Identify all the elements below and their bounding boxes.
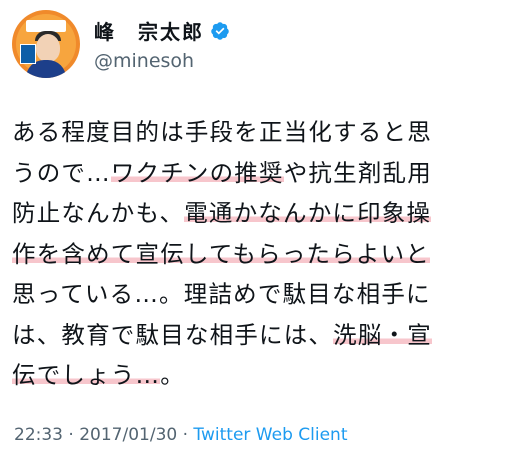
tweet-line: は、教育で駄目な相手には、洗脳・宣	[12, 315, 522, 356]
tweet-text-segment: は、教育で駄目な相手には、	[12, 320, 334, 349]
highlighted-text: ワクチンの推奨	[110, 158, 284, 187]
avatar-face	[36, 34, 60, 62]
tweet-line: 伝でしょう…。	[12, 355, 522, 396]
display-name[interactable]: 峰 宗太郎	[94, 16, 204, 45]
tweet-text: ある程度目的は手段を正当化すると思 うので…ワクチンの推奨や抗生剤乱用 防止なんかも…	[12, 112, 522, 396]
avatar-badge	[20, 44, 36, 64]
tweet-date[interactable]: 2017/01/30	[79, 425, 177, 445]
tweet-line: 防止なんかも、電通かなんかに印象操	[12, 193, 522, 234]
tweet-line: うので…ワクチンの推奨や抗生剤乱用	[12, 153, 522, 194]
highlighted-text: 作を含めて宣伝してもらったらよいと	[12, 239, 431, 268]
meta-separator: ·	[63, 425, 80, 445]
tweet-time[interactable]: 22:33	[14, 425, 63, 445]
highlighted-text: 伝でしょう…	[12, 361, 161, 389]
tweet-text-segment: 防止なんかも、	[12, 199, 185, 227]
tweet-text-segment: うので…	[12, 158, 111, 187]
highlighted-text: 電通かなんかに印象操	[184, 199, 432, 227]
tweet-text-segment: ある程度目的は手段を正当化すると思	[12, 118, 432, 146]
tweet-client[interactable]: Twitter Web Client	[193, 425, 347, 445]
tweet-text-segment: 思っている…。理詰めで駄目な相手に	[12, 280, 431, 308]
avatar[interactable]	[12, 10, 80, 78]
tweet-meta: 22:33 · 2017/01/30 · Twitter Web Client	[14, 425, 347, 445]
verified-badge-icon	[211, 21, 229, 40]
tweet-text-segment: 。	[160, 361, 185, 389]
tweet-line: ある程度目的は手段を正当化すると思	[12, 112, 522, 153]
meta-separator: ·	[177, 425, 194, 445]
tweet-line: 作を含めて宣伝してもらったらよいと	[12, 234, 522, 275]
tweet-line: 思っている…。理詰めで駄目な相手に	[12, 274, 522, 315]
highlighted-text: 洗脳・宣	[333, 320, 432, 349]
tweet-text-segment: や抗生剤乱用	[283, 158, 432, 187]
name-row: 峰 宗太郎	[94, 16, 230, 45]
tweet-header: 峰 宗太郎 @minesoh	[12, 10, 512, 78]
handle[interactable]: @minesoh	[94, 50, 194, 72]
